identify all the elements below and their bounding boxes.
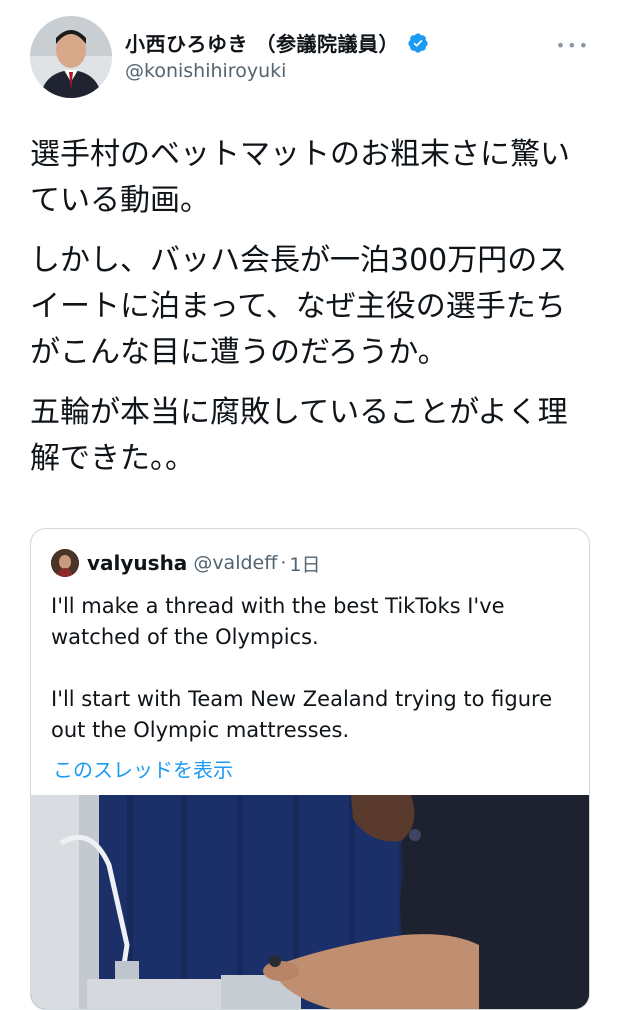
verified-badge-icon [408, 32, 428, 53]
quoted-paragraph: I'll make a thread with the best TikToks… [51, 594, 505, 649]
tweet-paragraph: 選手村のベットマットのお粗末さに驚いている動画。 [30, 137, 570, 218]
tweet-paragraph: 五輪が本当に腐敗していることがよく理解できた。。 [30, 395, 568, 476]
quoted-video-thumbnail[interactable] [31, 795, 589, 1009]
quoted-author-handle: @valdeff [193, 552, 278, 574]
tweet-header: 小西ひろゆき （参議院議員） @konishihiroyuki ••• [0, 0, 620, 110]
tweet-body: 選手村のベットマットのお粗末さに驚いている動画。 しかし、バッハ会長が一泊300… [30, 132, 595, 496]
quoted-separator: · [280, 552, 287, 574]
more-options-icon[interactable]: ••• [556, 36, 590, 55]
tweet-paragraph: しかし、バッハ会長が一泊300万円のスイートに泊まって、なぜ主役の選手たちがこん… [30, 243, 568, 370]
quoted-tweet-header: valyusha @valdeff · 1日 [51, 549, 320, 577]
quoted-author-avatar [51, 549, 79, 577]
show-thread-link[interactable]: このスレッドを表示 [53, 754, 233, 783]
quoted-timestamp: 1日 [289, 553, 321, 576]
author-name-row: 小西ひろゆき （参議院議員） [125, 28, 429, 57]
quoted-tweet[interactable]: valyusha @valdeff · 1日 I'll make a threa… [30, 528, 590, 1010]
author-handle[interactable]: @konishihiroyuki [125, 60, 286, 82]
quoted-tweet-body: I'll make a thread with the best TikToks… [51, 591, 571, 777]
quoted-author-name: valyusha [87, 551, 188, 575]
author-avatar[interactable] [30, 16, 112, 98]
author-display-name[interactable]: 小西ひろゆき （参議院議員） [125, 28, 399, 57]
quoted-paragraph: I'll start with Team New Zealand trying … [51, 687, 553, 742]
